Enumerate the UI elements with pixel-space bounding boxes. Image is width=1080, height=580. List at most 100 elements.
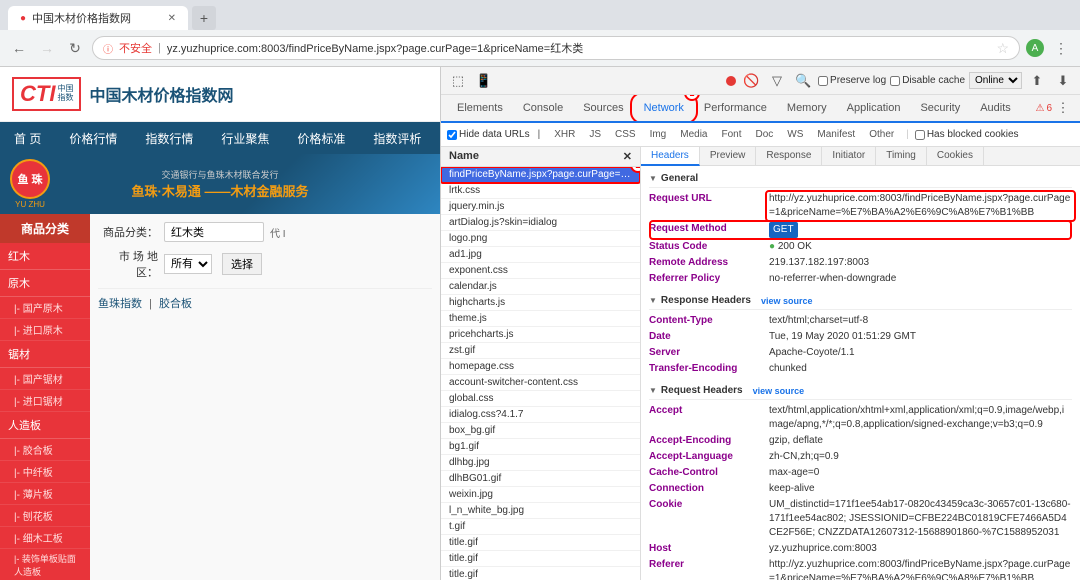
cat-jinkou-yuanmu[interactable]: |- 进口原木 [0,319,90,341]
file-item-24[interactable]: title.gif [441,551,640,567]
cat-jucai[interactable]: 锯材 [0,341,90,368]
file-item-19[interactable]: dlhBG01.gif [441,471,640,487]
file-item-25[interactable]: title.gif [441,567,640,580]
file-item-20[interactable]: weixin.jpg [441,487,640,503]
filter-font[interactable]: Font [715,128,747,141]
preserve-log-check[interactable]: Preserve log [818,75,886,86]
hide-data-urls-checkbox[interactable] [447,130,457,140]
filter-img[interactable]: Img [644,128,673,141]
tab-audits[interactable]: Audits [970,95,1021,123]
file-item-16[interactable]: box_bg.gif [441,423,640,439]
devtools-device-button[interactable]: 📱 [473,70,495,92]
cat-yuanmu[interactable]: 原木 [0,270,90,297]
tab-application[interactable]: Application [837,95,911,123]
file-item-14[interactable]: global.css [441,391,640,407]
cat-guochan-jucai[interactable]: |- 国产锯材 [0,368,90,390]
file-item-23[interactable]: title.gif [441,535,640,551]
file-item-13[interactable]: account-switcher-content.css [441,375,640,391]
bottom-link-board[interactable]: 胶合板 [159,298,192,310]
file-item-11[interactable]: zst.gif [441,343,640,359]
cat-jinkou-jucai[interactable]: |- 进口锯材 [0,390,90,412]
file-item-3[interactable]: artDialog.js?skin=idialog [441,215,640,231]
cat-jiaoheboard[interactable]: |- 胶合板 [0,439,90,461]
tab-network[interactable]: Network 1 [634,95,694,123]
nav-analysis[interactable]: 指数评析 [359,122,435,154]
search-category-input[interactable] [164,222,264,242]
nav-home[interactable]: 首 页 [0,122,55,154]
cat-zhuangshi[interactable]: |- 装饰单板贴面人造板 [0,549,90,580]
tab-console[interactable]: Console [513,95,573,123]
devtools-search-button[interactable]: 🔍 [792,70,814,92]
filter-ws[interactable]: WS [781,128,809,141]
bookmark-icon[interactable]: ☆ [996,40,1009,57]
tab-elements[interactable]: Elements [447,95,513,123]
devtools-filter-button[interactable]: ▽ [766,70,788,92]
filter-doc[interactable]: Doc [750,128,780,141]
detail-tab-headers[interactable]: Headers [641,147,700,166]
bottom-link-index[interactable]: 鱼珠指数 [98,298,142,310]
forward-button[interactable]: → [36,37,58,59]
file-item-18[interactable]: dlhbg.jpg [441,455,640,471]
file-item-12[interactable]: homepage.css [441,359,640,375]
new-tab-button[interactable]: + [192,6,216,30]
hide-data-urls-check[interactable]: Hide data URLs [447,129,530,140]
detail-tab-preview[interactable]: Preview [700,147,757,165]
file-item-17[interactable]: bg1.gif [441,439,640,455]
cat-renzao[interactable]: 人造板 [0,412,90,439]
address-bar[interactable]: ⓘ 不安全 | yz.yuzhuprice.com:8003/findPrice… [92,36,1020,60]
filter-css[interactable]: CSS [609,128,642,141]
refresh-button[interactable]: ↻ [64,37,86,59]
file-item-8[interactable]: highcharts.js [441,295,640,311]
nav-standard[interactable]: 价格标准 [283,122,359,154]
file-item-4[interactable]: logo.png [441,231,640,247]
filter-other[interactable]: Other [863,128,900,141]
response-view-source[interactable]: view source [761,296,813,306]
close-panel-button[interactable]: ✕ [623,150,632,163]
devtools-inspect-button[interactable]: ⬚ [447,70,469,92]
tab-performance[interactable]: Performance [694,95,777,123]
file-item-10[interactable]: pricehcharts.js [441,327,640,343]
detail-tab-timing[interactable]: Timing [876,147,927,165]
tab-security[interactable]: Security [910,95,970,123]
cat-zhongxian[interactable]: |- 中纤板 [0,461,90,483]
cat-bao[interactable]: |- 薄片板 [0,483,90,505]
filter-manifest[interactable]: Manifest [811,128,861,141]
disable-cache-checkbox[interactable] [890,76,900,86]
filter-media[interactable]: Media [674,128,713,141]
nav-industry[interactable]: 行业聚焦 [207,122,283,154]
back-button[interactable]: ← [8,37,30,59]
detail-tab-cookies[interactable]: Cookies [927,147,984,165]
file-item-6[interactable]: exponent.css [441,263,640,279]
menu-button[interactable]: ⋮ [1050,37,1072,59]
cat-xicimu[interactable]: |- 细木工板 [0,527,90,549]
request-headers-title[interactable]: ▼ Request Headers view source [649,382,1072,400]
cat-hongmu[interactable]: 红木 [0,243,90,270]
file-item-9[interactable]: theme.js [441,311,640,327]
file-item-2[interactable]: jquery.min.js [441,199,640,215]
file-item-1[interactable]: lrtk.css [441,183,640,199]
throttle-select[interactable]: Online [969,72,1022,89]
devtools-more-button[interactable]: ⋮ [1052,97,1074,119]
has-blocked-checkbox[interactable] [915,130,925,140]
file-list-scroll[interactable]: findPriceByName.jspx?page.curPage=1&pric… [441,167,640,580]
cat-guochan-yuanmu[interactable]: |- 国产原木 [0,297,90,319]
profile-icon[interactable]: A [1026,39,1044,57]
filter-xhr[interactable]: XHR [548,128,581,141]
file-item-7[interactable]: calendar.js [441,279,640,295]
response-headers-title[interactable]: ▼ Response Headers view source [649,292,1072,310]
request-view-source[interactable]: view source [753,386,805,396]
general-section-title[interactable]: ▼ General [649,170,1072,188]
file-item-21[interactable]: l_n_white_bg.jpg [441,503,640,519]
filter-js[interactable]: JS [583,128,607,141]
has-blocked-check[interactable]: Has blocked cookies [915,129,1019,140]
browser-tab[interactable]: ● 中国木材价格指数网 ✕ [8,6,188,30]
tab-memory[interactable]: Memory [777,95,837,123]
tab-sources[interactable]: Sources [573,95,633,123]
detail-tab-initiator[interactable]: Initiator [822,147,876,165]
file-item-15[interactable]: idialog.css?4.1.7 [441,407,640,423]
file-item-22[interactable]: t.gif [441,519,640,535]
tab-close-button[interactable]: ✕ [168,13,176,24]
disable-cache-check[interactable]: Disable cache [890,75,965,86]
devtools-import-button[interactable]: ⬆ [1026,70,1048,92]
devtools-clear-button[interactable]: 🚫 [740,70,762,92]
